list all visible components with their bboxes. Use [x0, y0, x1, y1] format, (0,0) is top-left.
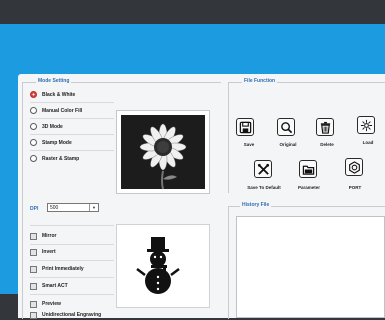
folder-icon	[302, 165, 314, 175]
save-to-default-label: Save To Default	[247, 185, 281, 190]
save-button[interactable]	[236, 118, 254, 136]
divider	[30, 225, 114, 226]
radio-selected-icon[interactable]	[30, 91, 37, 98]
magnifier-icon	[280, 121, 292, 133]
checkbox-print-immediately[interactable]: Print Immediately	[30, 264, 84, 274]
port-icon	[348, 160, 360, 174]
checkbox-label: Preview	[42, 301, 61, 307]
mode-option-label: Manual Color Fill	[42, 107, 83, 114]
original-label: Original	[279, 142, 297, 147]
mode-setting-title: Mode Setting	[36, 78, 72, 85]
mode-option-label: Black & White	[42, 91, 76, 98]
parameter-label: Parameter	[297, 185, 321, 190]
checkbox-label: Print Immediately	[42, 266, 84, 272]
sunflower-image	[117, 111, 209, 193]
dpi-label: DPI	[30, 206, 39, 212]
save-to-default-button[interactable]	[254, 160, 272, 178]
mode-option-label: Stamp Mode	[42, 139, 72, 146]
dpi-select[interactable]: 500 ▼	[47, 203, 99, 212]
radio-icon[interactable]	[30, 155, 37, 162]
checkbox-label: Invert	[42, 249, 56, 255]
checkbox-invert[interactable]: Invert	[30, 247, 56, 257]
divider	[30, 134, 114, 135]
radio-icon[interactable]	[30, 139, 37, 146]
checkbox-preview[interactable]: Preview	[30, 299, 61, 309]
app-window: Mode Setting Black & White Manual Color …	[0, 24, 385, 319]
divider	[30, 277, 114, 278]
checkbox-unidirectional-engraving[interactable]: Unidirectional Engraving	[30, 310, 101, 320]
checkbox-icon[interactable]	[30, 282, 37, 290]
divider	[30, 150, 114, 151]
radio-icon[interactable]	[30, 107, 37, 114]
checkbox-icon[interactable]	[30, 265, 37, 273]
checkbox-icon[interactable]	[30, 248, 37, 256]
delete-button[interactable]	[316, 118, 334, 136]
original-button[interactable]	[277, 118, 295, 136]
main-panel: Mode Setting Black & White Manual Color …	[18, 74, 385, 320]
save-label: Save	[243, 142, 255, 147]
divider	[30, 260, 114, 261]
checkbox-label: Mirror	[42, 233, 57, 239]
file-function-title: File Function	[242, 78, 278, 85]
load-button[interactable]	[357, 116, 375, 134]
divider	[30, 244, 114, 245]
mode-option-label: Raster & Stamp	[42, 155, 80, 162]
burst-icon	[360, 119, 372, 131]
trash-icon	[320, 121, 330, 134]
port-label: PORT	[348, 185, 362, 190]
dpi-value: 500	[50, 204, 59, 211]
checkbox-icon[interactable]	[30, 232, 37, 240]
history-file-title: History File	[240, 202, 272, 209]
mode-option-raster-stamp[interactable]: Raster & Stamp	[30, 153, 79, 164]
checkbox-icon[interactable]	[30, 300, 37, 308]
mode-option-label: 3D Mode	[42, 123, 63, 130]
checkbox-icon[interactable]	[30, 311, 37, 319]
mode-preview-image	[116, 110, 210, 194]
mode-option-3d-mode[interactable]: 3D Mode	[30, 121, 63, 132]
delete-label: Delete	[320, 142, 334, 147]
checkbox-label: Unidirectional Engraving	[42, 312, 102, 318]
mode-option-stamp-mode[interactable]: Stamp Mode	[30, 137, 72, 148]
tools-icon	[257, 163, 269, 175]
output-preview-image	[116, 224, 210, 308]
load-label: Load	[362, 140, 374, 145]
checkbox-mirror[interactable]: Mirror	[30, 231, 56, 241]
floppy-icon	[239, 121, 251, 133]
port-button[interactable]	[345, 158, 363, 176]
divider	[30, 294, 114, 295]
parameter-button[interactable]	[299, 160, 317, 178]
checkbox-label: Smart ACT	[42, 283, 68, 289]
checkbox-smart-act[interactable]: Smart ACT	[30, 281, 68, 291]
mode-option-manual-color-fill[interactable]: Manual Color Fill	[30, 105, 82, 116]
divider	[30, 102, 114, 103]
chevron-down-icon[interactable]: ▼	[89, 204, 98, 211]
divider	[30, 118, 114, 119]
history-file-list[interactable]	[236, 216, 385, 318]
mode-option-black-white[interactable]: Black & White	[30, 89, 75, 100]
snowman-image	[117, 225, 209, 307]
radio-icon[interactable]	[30, 123, 37, 130]
